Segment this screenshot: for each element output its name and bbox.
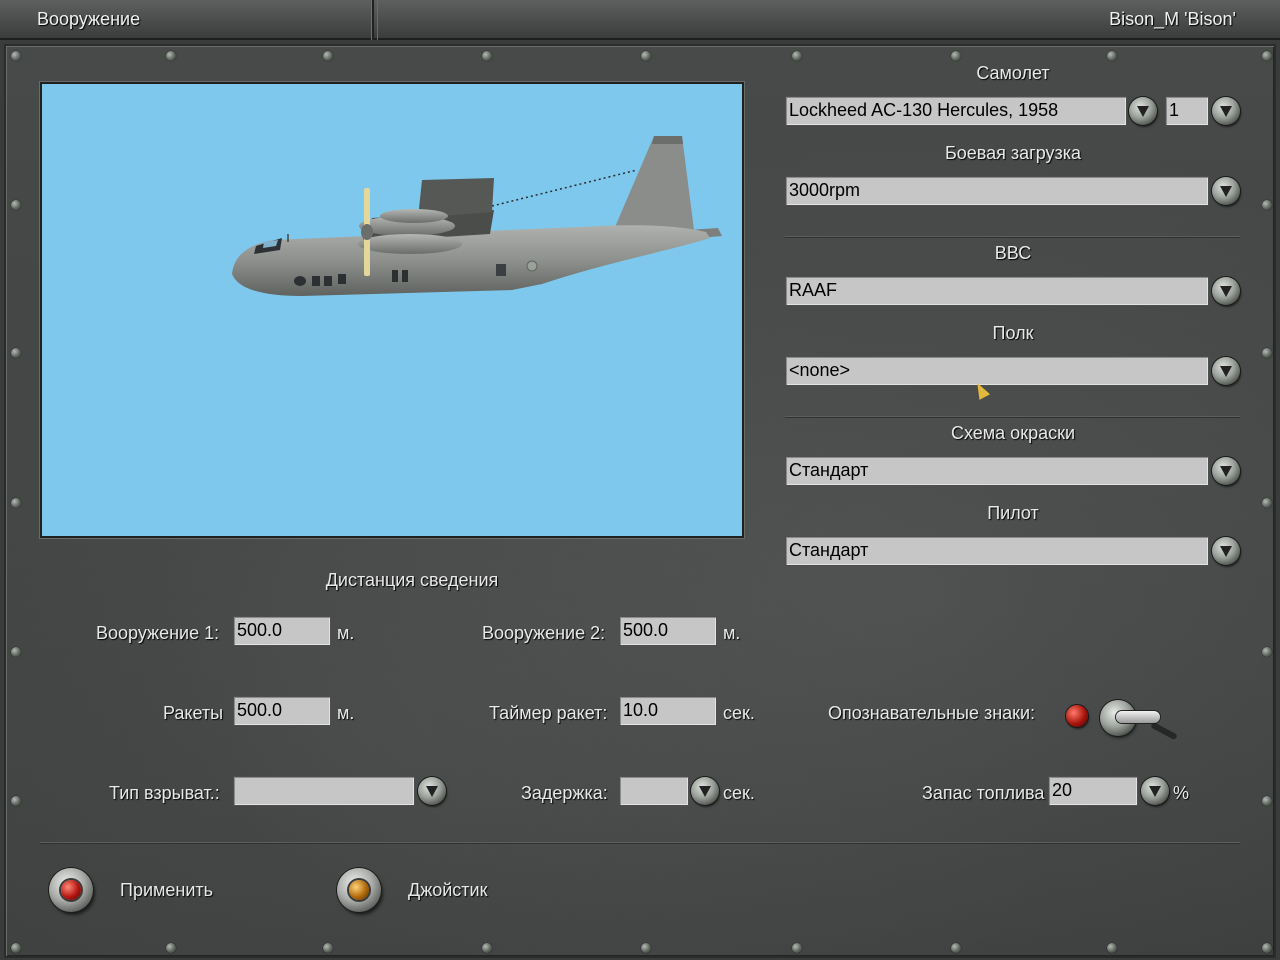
player-name: Bison_M 'Bison' — [1109, 9, 1236, 29]
fuse-type-label: Тип взрыват.: — [109, 783, 220, 803]
count-dropdown-button[interactable] — [1212, 97, 1240, 125]
rivet — [1262, 796, 1272, 806]
rivet — [482, 943, 492, 953]
delay-unit: сек. — [723, 783, 755, 803]
rivet — [792, 51, 802, 61]
rivet — [11, 943, 21, 953]
airforce-dropdown-button[interactable] — [1212, 277, 1240, 305]
rivet — [792, 943, 802, 953]
aircraft-model — [232, 136, 722, 296]
rivet — [951, 943, 961, 953]
fuel-label: Запас топлива — [922, 783, 1045, 803]
rivet — [1262, 348, 1272, 358]
rivet — [482, 51, 492, 61]
rockets-unit: м. — [337, 703, 355, 723]
joystick-button[interactable] — [337, 868, 381, 912]
pilot-label: Пилот — [987, 503, 1039, 523]
weapon2-label: Вооружение 2: — [482, 623, 606, 643]
regiment-dropdown-button[interactable] — [1212, 357, 1240, 385]
rivet — [1262, 943, 1272, 953]
bottom-divider — [40, 842, 1240, 843]
rivet — [1262, 647, 1272, 657]
apply-button[interactable] — [49, 868, 93, 912]
loadout-dropdown-button[interactable] — [1212, 177, 1240, 205]
rivet — [1262, 498, 1272, 508]
rivet — [11, 647, 21, 657]
weapon2-input[interactable]: 500.0 — [619, 616, 717, 646]
markings-indicator-light — [1066, 705, 1088, 727]
toggle-lever-icon[interactable] — [1116, 711, 1160, 723]
regiment-label: Полк — [992, 323, 1034, 343]
rivet — [11, 51, 21, 61]
rivet — [11, 348, 21, 358]
rivet — [166, 943, 176, 953]
rivet — [11, 200, 21, 210]
rivet — [951, 51, 961, 61]
aircraft-label: Самолет — [976, 63, 1050, 83]
rivet — [1107, 51, 1117, 61]
rockets-input[interactable]: 500.0 — [233, 696, 331, 726]
aircraft-count-select[interactable]: 1 — [1165, 96, 1209, 126]
joystick-label[interactable]: Джойстик — [408, 880, 487, 901]
delay-label: Задержка: — [521, 783, 608, 803]
weapon2-unit: м. — [723, 623, 741, 643]
rocket-timer-input[interactable]: 10.0 — [619, 696, 717, 726]
rivet — [323, 943, 333, 953]
amber-lamp-icon — [349, 880, 369, 900]
markings-label: Опознавательные знаки: — [828, 703, 1036, 723]
title-separator — [377, 0, 378, 40]
aircraft-select[interactable]: Lockheed AC-130 Hercules, 1958 — [785, 96, 1127, 126]
fuel-dropdown-button[interactable] — [1141, 777, 1169, 805]
aircraft-dropdown-button[interactable] — [1129, 97, 1157, 125]
rivet — [1262, 200, 1272, 210]
convergence-heading: Дистанция сведения — [325, 570, 499, 590]
window-title: Вооружение — [37, 9, 141, 29]
fuel-unit: % — [1173, 783, 1190, 803]
title-bar: Вооружение Bison_M 'Bison' — [0, 0, 1280, 40]
weapon1-label: Вооружение 1: — [96, 623, 220, 643]
rivet — [1107, 943, 1117, 953]
pilot-dropdown-button[interactable] — [1212, 537, 1240, 565]
airforce-select[interactable]: RAAF — [785, 276, 1209, 306]
loadout-label: Боевая загрузка — [944, 143, 1082, 163]
rivet — [1262, 51, 1272, 61]
skin-dropdown-button[interactable] — [1212, 457, 1240, 485]
fuel-select[interactable]: 20 — [1048, 776, 1138, 806]
delay-dropdown-button[interactable] — [691, 777, 719, 805]
weapon1-unit: м. — [337, 623, 355, 643]
skin-label: Схема окраски — [950, 423, 1076, 443]
rivet — [641, 943, 651, 953]
rocket-timer-label: Таймер ракет: — [489, 703, 608, 723]
weapon1-input[interactable]: 500.0 — [233, 616, 331, 646]
section-divider — [785, 416, 1240, 417]
delay-select[interactable] — [619, 776, 689, 806]
red-lamp-icon — [61, 880, 81, 900]
aircraft-preview[interactable] — [40, 82, 744, 538]
section-divider — [785, 236, 1240, 237]
skin-select[interactable]: Стандарт — [785, 456, 1209, 486]
loadout-select[interactable]: 3000rpm — [785, 176, 1209, 206]
rockets-label: Ракеты — [163, 703, 224, 723]
airforce-label: ВВС — [994, 243, 1032, 263]
rivet — [11, 796, 21, 806]
rivet — [323, 51, 333, 61]
apply-label[interactable]: Применить — [120, 880, 213, 901]
regiment-select[interactable]: <none> — [785, 356, 1209, 386]
fuse-type-dropdown-button[interactable] — [418, 777, 446, 805]
pilot-select[interactable]: Стандарт — [785, 536, 1209, 566]
rivet — [641, 51, 651, 61]
fuse-type-select[interactable] — [233, 776, 415, 806]
rivet — [166, 51, 176, 61]
rocket-timer-unit: сек. — [723, 703, 755, 723]
rivet — [11, 498, 21, 508]
